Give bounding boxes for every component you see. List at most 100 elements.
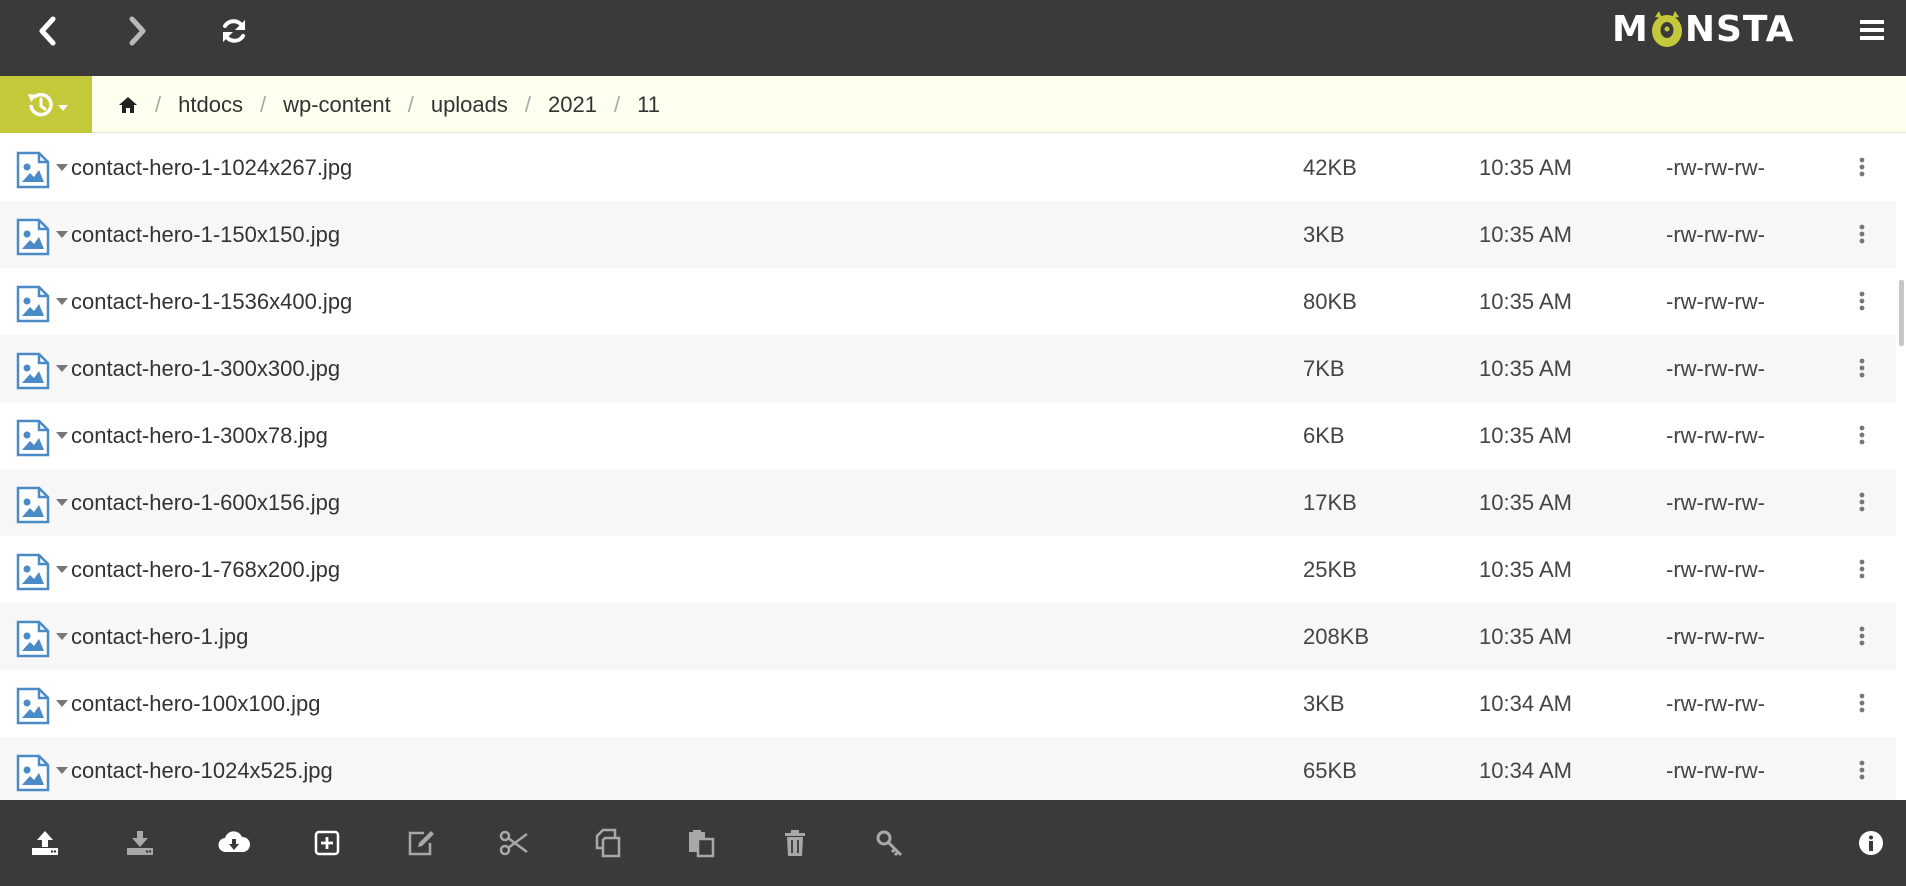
image-file-icon bbox=[16, 218, 50, 256]
chevron-left-icon bbox=[39, 16, 56, 46]
file-row[interactable]: contact-hero-1-768x200.jpg 25KB 10:35 AM… bbox=[0, 536, 1896, 603]
info-button[interactable] bbox=[1848, 820, 1894, 866]
breadcrumb: / htdocs / wp-content / uploads / 2021 /… bbox=[92, 76, 660, 133]
file-actions-button[interactable] bbox=[1850, 352, 1874, 384]
scrollbar-thumb[interactable] bbox=[1899, 280, 1904, 346]
cloud-download-icon bbox=[218, 831, 250, 853]
permissions-button[interactable] bbox=[866, 820, 912, 866]
file-row[interactable]: contact-hero-1-1536x400.jpg 80KB 10:35 A… bbox=[0, 268, 1896, 335]
cut-button[interactable] bbox=[491, 820, 537, 866]
file-row[interactable]: contact-hero-1-600x156.jpg 17KB 10:35 AM… bbox=[0, 469, 1896, 536]
scrollbar-track[interactable] bbox=[1896, 134, 1906, 800]
file-actions-button[interactable] bbox=[1850, 218, 1874, 250]
new-item-button[interactable] bbox=[304, 820, 350, 866]
edit-icon bbox=[408, 831, 434, 856]
more-vertical-icon bbox=[1859, 425, 1865, 445]
file-name[interactable]: contact-hero-1-1536x400.jpg bbox=[71, 268, 352, 335]
forward-button[interactable] bbox=[115, 8, 161, 54]
hamburger-menu-icon bbox=[1860, 20, 1884, 40]
caret-down-icon[interactable] bbox=[56, 298, 68, 306]
more-vertical-icon bbox=[1859, 760, 1865, 780]
file-actions-button[interactable] bbox=[1850, 486, 1874, 518]
upload-button[interactable] bbox=[22, 820, 68, 866]
file-row[interactable]: contact-hero-100x100.jpg 3KB 10:34 AM -r… bbox=[0, 670, 1896, 737]
download-button[interactable] bbox=[117, 820, 163, 866]
caret-down-icon[interactable] bbox=[56, 499, 68, 507]
file-name[interactable]: contact-hero-1-768x200.jpg bbox=[71, 536, 340, 603]
file-name[interactable]: contact-hero-1.jpg bbox=[71, 603, 248, 670]
file-row[interactable]: contact-hero-1-1024x267.jpg 42KB 10:35 A… bbox=[0, 134, 1896, 201]
file-name[interactable]: contact-hero-1-1024x267.jpg bbox=[71, 134, 352, 201]
logo-text-right: NSTA bbox=[1684, 8, 1795, 50]
file-name[interactable]: contact-hero-1-300x300.jpg bbox=[71, 335, 340, 402]
file-name[interactable]: contact-hero-1024x525.jpg bbox=[71, 737, 333, 800]
caret-down-icon[interactable] bbox=[56, 633, 68, 641]
file-modified-time: 10:35 AM bbox=[1479, 289, 1572, 314]
copy-icon bbox=[595, 828, 621, 858]
caret-down-icon[interactable] bbox=[56, 700, 68, 708]
info-icon bbox=[1859, 831, 1883, 855]
file-actions-button[interactable] bbox=[1850, 620, 1874, 652]
fetch-file-button[interactable] bbox=[211, 820, 257, 866]
image-file-icon bbox=[16, 352, 50, 390]
file-row[interactable]: contact-hero-1.jpg 208KB 10:35 AM -rw-rw… bbox=[0, 603, 1896, 670]
history-button[interactable] bbox=[0, 76, 92, 133]
image-file-icon bbox=[16, 620, 50, 658]
file-actions-button[interactable] bbox=[1850, 754, 1874, 786]
file-permissions: -rw-rw-rw- bbox=[1666, 624, 1765, 649]
file-size: 42KB bbox=[1303, 155, 1357, 180]
file-name[interactable]: contact-hero-1-600x156.jpg bbox=[71, 469, 340, 536]
more-vertical-icon bbox=[1859, 157, 1865, 177]
breadcrumb-item-htdocs[interactable]: htdocs bbox=[178, 92, 243, 118]
breadcrumb-item-wp-content[interactable]: wp-content bbox=[283, 92, 391, 118]
delete-button[interactable] bbox=[772, 820, 818, 866]
caret-down-icon[interactable] bbox=[56, 231, 68, 239]
image-file-icon bbox=[16, 151, 50, 189]
new-item-icon bbox=[314, 830, 340, 856]
history-icon bbox=[27, 92, 53, 116]
file-row[interactable]: contact-hero-1-300x300.jpg 7KB 10:35 AM … bbox=[0, 335, 1896, 402]
file-row[interactable]: contact-hero-1024x525.jpg 65KB 10:34 AM … bbox=[0, 737, 1896, 800]
caret-down-icon[interactable] bbox=[56, 365, 68, 373]
breadcrumb-separator: / bbox=[524, 91, 532, 117]
file-actions-button[interactable] bbox=[1850, 285, 1874, 317]
back-button[interactable] bbox=[24, 8, 70, 54]
caret-down-icon[interactable] bbox=[56, 432, 68, 440]
file-name[interactable]: contact-hero-1-150x150.jpg bbox=[71, 201, 340, 268]
caret-down-icon[interactable] bbox=[56, 566, 68, 574]
image-file-icon bbox=[16, 486, 50, 524]
more-vertical-icon bbox=[1859, 224, 1865, 244]
paste-button[interactable] bbox=[678, 820, 724, 866]
file-row[interactable]: contact-hero-1-150x150.jpg 3KB 10:35 AM … bbox=[0, 201, 1896, 268]
caret-down-icon[interactable] bbox=[56, 767, 68, 775]
file-actions-button[interactable] bbox=[1850, 553, 1874, 585]
file-permissions: -rw-rw-rw- bbox=[1666, 289, 1765, 314]
download-icon bbox=[127, 831, 153, 855]
edit-button[interactable] bbox=[398, 820, 444, 866]
file-modified-time: 10:34 AM bbox=[1479, 758, 1572, 783]
copy-button[interactable] bbox=[585, 820, 631, 866]
breadcrumb-separator: / bbox=[155, 91, 162, 117]
delete-icon bbox=[785, 830, 805, 856]
file-name[interactable]: contact-hero-100x100.jpg bbox=[71, 670, 321, 737]
file-permissions: -rw-rw-rw- bbox=[1666, 155, 1765, 180]
breadcrumb-item-uploads[interactable]: uploads bbox=[431, 92, 508, 118]
image-file-icon bbox=[16, 754, 50, 792]
refresh-button[interactable] bbox=[211, 8, 257, 54]
paste-icon bbox=[689, 830, 715, 858]
caret-down-icon[interactable] bbox=[56, 164, 68, 172]
more-vertical-icon bbox=[1859, 559, 1865, 579]
file-actions-button[interactable] bbox=[1850, 151, 1874, 183]
file-row[interactable]: contact-hero-1-300x78.jpg 6KB 10:35 AM -… bbox=[0, 402, 1896, 469]
file-name[interactable]: contact-hero-1-300x78.jpg bbox=[71, 402, 328, 469]
file-permissions: -rw-rw-rw- bbox=[1666, 423, 1765, 448]
file-modified-time: 10:35 AM bbox=[1479, 557, 1572, 582]
file-permissions: -rw-rw-rw- bbox=[1666, 222, 1765, 247]
file-actions-button[interactable] bbox=[1850, 687, 1874, 719]
file-modified-time: 10:35 AM bbox=[1479, 222, 1572, 247]
menu-button[interactable] bbox=[1852, 10, 1892, 50]
breadcrumb-item-2021[interactable]: 2021 bbox=[548, 92, 597, 118]
breadcrumb-home[interactable] bbox=[118, 96, 138, 114]
breadcrumb-item-11[interactable]: 11 bbox=[637, 92, 660, 118]
file-actions-button[interactable] bbox=[1850, 419, 1874, 451]
